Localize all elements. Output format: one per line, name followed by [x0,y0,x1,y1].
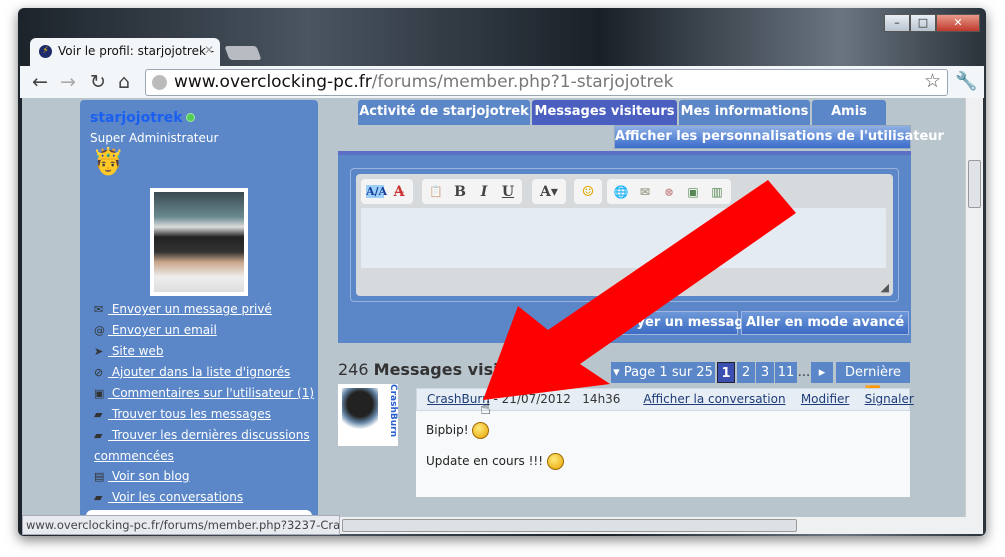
hand-cursor-icon: ☝ [480,398,491,419]
arrow-shape [483,180,796,400]
red-annotation-arrow [483,180,796,400]
